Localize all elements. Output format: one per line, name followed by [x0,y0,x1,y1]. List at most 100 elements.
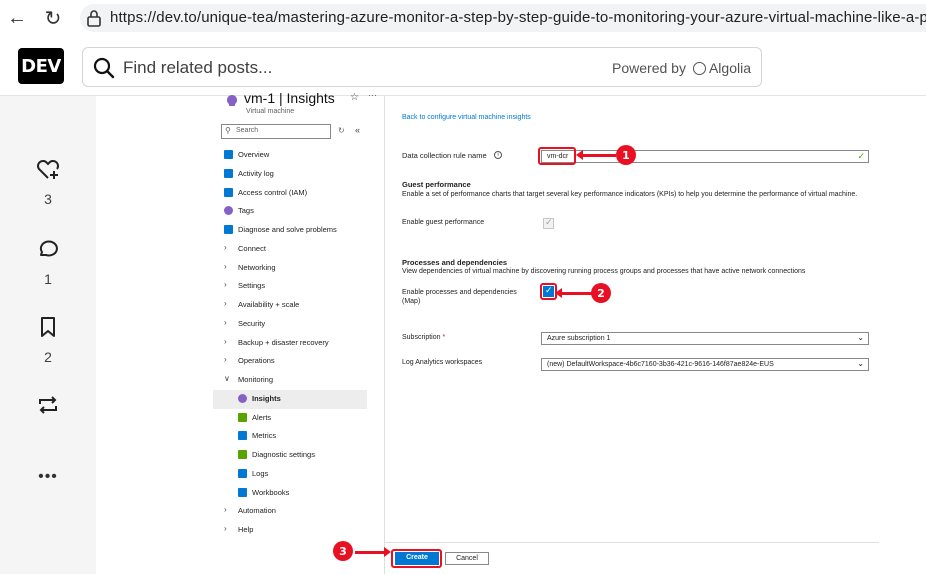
logs-icon [238,468,247,478]
menu-item-help[interactable]: › Help [96,521,384,540]
menu-item-availability-scale[interactable]: › Availability + scale [96,296,384,315]
menu-item-logs[interactable]: Logs [96,465,384,484]
page-subtitle: Virtual machine [246,108,295,115]
url-text: https://dev.to/unique-tea/mastering-azur… [110,9,926,26]
workspace-label: Log Analytics workspaces [402,359,483,366]
menu-item-label: Operations [238,356,275,366]
log-icon [224,168,233,178]
chevron-right-icon: › [224,355,227,365]
guest-enable-label: Enable guest performance [402,219,485,226]
menu-item-diagnose-and-solve-problems[interactable]: Diagnose and solve problems [96,221,384,240]
menu-item-label: Networking [238,262,276,272]
menu-item-label: Availability + scale [238,300,300,309]
callout-arrow-1 [576,150,616,160]
menu-item-backup-disaster-recovery[interactable]: › Backup + disaster recovery [96,334,384,353]
menu-item-label: Logs [252,468,269,478]
workspace-value: (new) DefaultWorkspace-4b6c7160-3b36-421… [547,361,774,368]
search-icon: ⚲ [225,126,231,135]
back-arrow-icon[interactable]: ← [6,7,28,29]
lock-icon [87,10,101,27]
address-bar[interactable]: https://dev.to/unique-tea/mastering-azur… [80,4,926,32]
menu-item-label: Automation [238,506,276,516]
menu-search-placeholder: Search [236,127,259,134]
workspace-select[interactable]: (new) DefaultWorkspace-4b6c7160-3b36-421… [541,358,869,371]
people-icon [224,187,233,197]
bookmark-button[interactable]: 2 [0,316,96,365]
menu-item-label: Backup + disaster recovery [238,337,329,347]
chevron-right-icon: › [224,299,227,308]
more-icon[interactable]: ··· [368,90,377,100]
menu-item-workbooks[interactable]: Workbooks [96,484,384,503]
highlight-box-create [391,549,442,568]
menu-item-automation[interactable]: › Automation [96,502,384,521]
powered-by: Powered by Algolia [612,60,751,76]
menu-item-tags[interactable]: Tags [96,202,384,221]
callout-arrow-3 [355,547,391,557]
metrics-icon [238,431,247,441]
menu-item-label: Access control (IAM) [238,187,308,197]
processes-heading: Processes and dependencies [402,258,508,267]
footer-divider [385,542,879,543]
guest-heading: Guest performance [402,180,471,189]
chevron-right-icon: › [224,242,227,252]
highlight-box-dcr [538,147,576,165]
diagnostic-icon [238,450,247,459]
menu-item-label: Settings [238,281,266,291]
search-input[interactable]: Find related posts... Powered by Algolia [82,47,762,87]
chevron-right-icon: › [224,317,227,327]
menu-item-label: Help [238,525,254,534]
bulb-icon [227,95,237,106]
menu-item-label: Alerts [252,412,272,422]
menu-item-diagnostic-settings[interactable]: Diagnostic settings [96,446,384,465]
chevron-down-icon: ⌄ [857,359,864,368]
menu-item-label: Security [238,318,266,328]
heart-reaction-button[interactable]: 3 [0,158,96,207]
menu-item-insights[interactable]: Insights [213,389,367,409]
bookmark-count: 2 [44,349,52,365]
menu-item-alerts[interactable]: Alerts [96,409,384,428]
dev-logo[interactable]: DEV [18,48,64,84]
collapse-icon[interactable]: « [355,125,360,135]
menu-item-label: Overview [238,150,270,159]
dcr-label: Data collection rule name [402,151,487,160]
comment-button[interactable]: 1 [0,238,96,287]
repost-icon [39,396,57,414]
menu-item-security[interactable]: › Security [96,315,384,334]
menu-item-monitoring[interactable]: ∨ Monitoring [96,371,384,390]
menu-item-label: Diagnose and solve problems [238,225,337,234]
bookmark-icon [41,317,55,337]
cancel-button[interactable]: Cancel [445,552,489,565]
processes-enable-label: Enable processes and dependencies (Map) [402,289,517,305]
reload-icon[interactable]: ↻ [42,7,64,30]
subscription-select[interactable]: Azure subscription 1 ⌄ [541,332,869,345]
favorite-star-icon[interactable]: ☆ [350,92,359,103]
more-options-button[interactable]: ••• [0,468,96,486]
chevron-right-icon: › [224,280,227,290]
browser-toolbar: ← ↻ https://dev.to/unique-tea/mastering-… [0,0,926,36]
expand-icon[interactable]: ↻ [338,126,345,135]
algolia-label: Algolia [708,60,751,76]
menu-item-label: Workbooks [252,487,290,497]
menu-item-access-control-iam[interactable]: Access control (IAM) [96,184,384,203]
heart-count: 3 [44,191,52,207]
menu-item-metrics[interactable]: Metrics [96,427,384,446]
menu-item-settings[interactable]: › Settings [96,277,384,296]
back-link[interactable]: Back to configure virtual machine insigh… [402,114,531,121]
menu-item-networking[interactable]: › Networking [96,259,384,278]
required-marker: * [442,334,446,341]
repost-button[interactable] [0,394,96,421]
menu-search-input[interactable]: ⚲ Search [221,124,331,139]
menu-item-label: Metrics [252,431,277,441]
menu-item-activity-log[interactable]: Activity log [96,165,384,184]
menu-item-label: Insights [252,393,281,403]
info-icon[interactable]: i [494,151,502,159]
menu-item-overview[interactable]: Overview [96,146,384,165]
menu-item-operations[interactable]: › Operations [96,352,384,371]
workbook-icon [238,487,247,497]
monitor-icon [224,150,233,159]
guest-performance-checkbox[interactable]: ✓ [543,217,554,229]
guest-description: Enable a set of performance charts that … [402,191,858,198]
azure-portal: vm-1 | Insights ☆ ··· Virtual machine ⚲ … [96,90,926,574]
menu-item-connect[interactable]: › Connect [96,240,384,259]
insights-form: Back to configure virtual machine insigh… [333,96,926,574]
